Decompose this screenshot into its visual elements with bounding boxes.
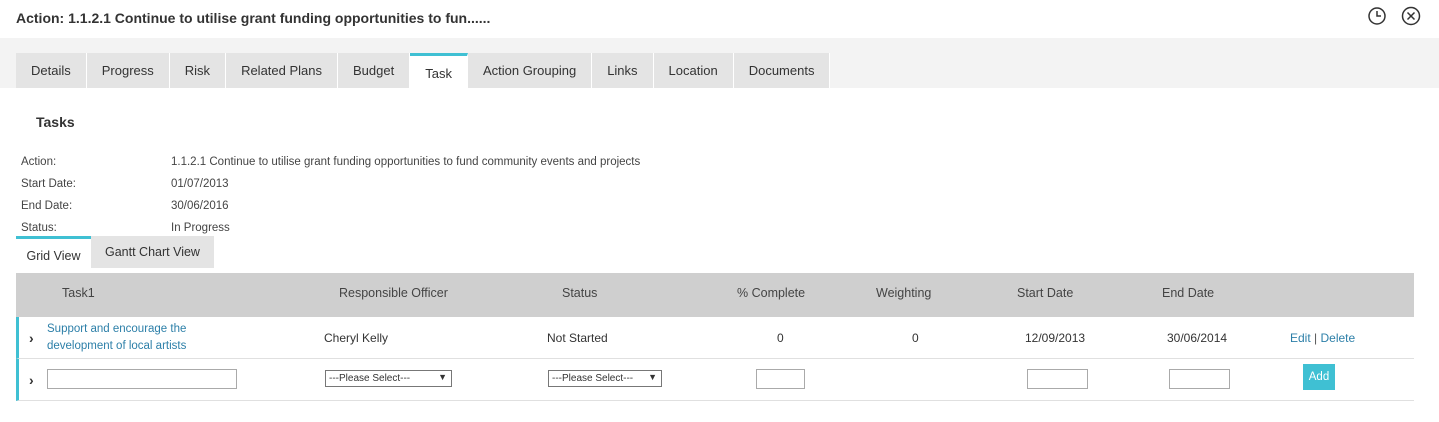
tab-related-plans[interactable]: Related Plans (226, 53, 339, 88)
cell-start-date: 12/09/2013 (1025, 331, 1086, 345)
tab-action-grouping[interactable]: Action Grouping (467, 53, 593, 88)
action-separator: | (1314, 331, 1318, 345)
tab-location[interactable]: Location (653, 53, 734, 88)
dropdown-arrow-icon: ▼ (648, 372, 657, 382)
table-row: › Support and encourage the development … (16, 317, 1414, 359)
cell-end-date: 30/06/2014 (1167, 331, 1228, 345)
chevron-right-icon[interactable]: › (29, 372, 34, 388)
column-header-task[interactable]: Task1 (62, 286, 95, 300)
tab-grid-view[interactable]: Grid View (16, 236, 91, 268)
select-value: ---Please Select--- (329, 373, 411, 384)
column-header-status[interactable]: Status (562, 286, 597, 300)
end-date-input[interactable] (1169, 369, 1230, 389)
tab-list: Details Progress Risk Related Plans Budg… (16, 53, 831, 88)
cell-responsible-officer: Cheryl Kelly (324, 331, 389, 345)
tab-links[interactable]: Links (592, 53, 654, 88)
select-value: ---Please Select--- (552, 373, 634, 384)
title-bar: Action: 1.1.2.1 Continue to utilise gran… (0, 0, 1439, 38)
column-header-weighting[interactable]: Weighting (876, 286, 931, 300)
info-value: In Progress (171, 222, 230, 234)
info-row-end-date: End Date: 30/06/2016 (21, 195, 640, 217)
task-grid: Task1 Responsible Officer Status % Compl… (16, 273, 1414, 401)
column-header-responsible-officer[interactable]: Responsible Officer (339, 286, 448, 300)
task-name-link[interactable]: Support and encourage the development of… (47, 321, 186, 355)
tab-task[interactable]: Task (410, 53, 468, 88)
cell-percent-complete: 0 (777, 331, 784, 345)
percent-complete-input[interactable] (756, 369, 805, 389)
info-label: Status: (21, 222, 57, 234)
info-value: 30/06/2016 (171, 200, 229, 212)
tab-risk[interactable]: Risk (169, 53, 227, 88)
row-actions: Edit | Delete (1290, 331, 1355, 345)
status-select[interactable]: ---Please Select--- ▼ (548, 370, 662, 387)
info-label: Start Date: (21, 178, 76, 190)
edit-link[interactable]: Edit (1290, 331, 1311, 345)
tab-strip: Details Progress Risk Related Plans Budg… (0, 38, 1439, 88)
dropdown-arrow-icon: ▼ (438, 372, 447, 382)
close-circle-icon[interactable] (1401, 6, 1421, 26)
cell-weighting: 0 (912, 331, 919, 345)
info-value: 01/07/2013 (171, 178, 229, 190)
info-row-start-date: Start Date: 01/07/2013 (21, 173, 640, 195)
tab-details[interactable]: Details (16, 53, 87, 88)
task-name-line: Support and encourage the (47, 323, 187, 335)
task-name-line: development of local artists (47, 340, 187, 352)
tab-budget[interactable]: Budget (338, 53, 411, 88)
new-task-row: › ---Please Select--- ▼ ---Please Select… (16, 359, 1414, 401)
grid-header: Task1 Responsible Officer Status % Compl… (16, 273, 1414, 317)
delete-link[interactable]: Delete (1321, 331, 1356, 345)
column-header-percent-complete[interactable]: % Complete (737, 286, 805, 300)
tab-gantt-chart-view[interactable]: Gantt Chart View (91, 236, 214, 268)
section-title: Tasks (36, 114, 75, 130)
tab-documents[interactable]: Documents (733, 53, 831, 88)
info-value: 1.1.2.1 Continue to utilise grant fundin… (171, 156, 641, 168)
tab-progress[interactable]: Progress (86, 53, 170, 88)
start-date-input[interactable] (1027, 369, 1088, 389)
cell-status: Not Started (547, 331, 608, 345)
column-header-end-date[interactable]: End Date (1162, 286, 1214, 300)
column-header-start-date[interactable]: Start Date (1017, 286, 1073, 300)
view-tabs: Grid View Gantt Chart View (16, 236, 214, 268)
info-label: Action: (21, 156, 57, 168)
responsible-officer-select[interactable]: ---Please Select--- ▼ (325, 370, 452, 387)
clock-icon[interactable] (1367, 6, 1387, 26)
info-label: End Date: (21, 200, 73, 212)
window-title: Action: 1.1.2.1 Continue to utilise gran… (16, 10, 491, 26)
action-info: Action: 1.1.2.1 Continue to utilise gran… (21, 151, 640, 239)
chevron-right-icon[interactable]: › (29, 330, 34, 346)
add-task-button[interactable]: Add (1303, 364, 1335, 390)
new-task-name-input[interactable] (47, 369, 237, 389)
info-row-action: Action: 1.1.2.1 Continue to utilise gran… (21, 151, 640, 173)
